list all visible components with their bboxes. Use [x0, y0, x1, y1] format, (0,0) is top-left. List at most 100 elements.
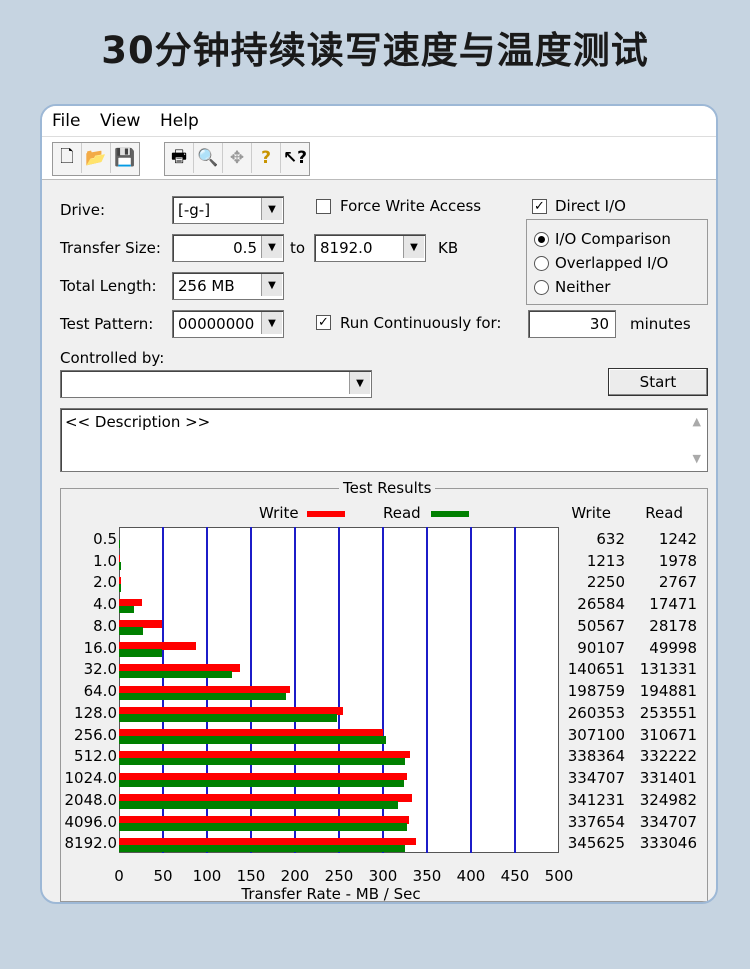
open-icon[interactable]: 📂: [82, 143, 111, 173]
total-length-value: 256 MB: [178, 277, 235, 295]
bar-read: [119, 627, 144, 635]
read-value: 331401: [639, 769, 697, 788]
legend-read-swatch: [431, 511, 469, 517]
radio-overlapped-io-label: Overlapped I/O: [555, 254, 669, 272]
read-value: 2767: [658, 573, 697, 592]
category-label: 8.0: [93, 616, 117, 635]
transfer-size-label: Transfer Size:: [60, 239, 161, 257]
scroll-up-icon[interactable]: ▲: [693, 415, 701, 428]
x-tick-label: 400: [456, 867, 486, 885]
print-preview-icon[interactable]: 🔍: [194, 143, 223, 173]
bar-read: [119, 714, 337, 722]
bar-read: [119, 670, 232, 679]
legend-write-swatch: [307, 511, 345, 517]
category-label: 4096.0: [64, 812, 118, 831]
chart-title: Test Results: [339, 479, 436, 497]
save-icon[interactable]: 💾: [111, 143, 139, 173]
context-help-icon[interactable]: ↖?: [281, 143, 309, 173]
to-label: to: [290, 239, 306, 257]
category-label: 2.0: [93, 573, 117, 592]
toolbar-tools-group: 🖶 🔍 ✥ ? ↖?: [164, 142, 310, 176]
x-tick-label: 100: [192, 867, 222, 885]
x-tick-label: 450: [500, 867, 530, 885]
menu-view[interactable]: View: [100, 111, 140, 131]
read-value: 334707: [639, 812, 697, 831]
category-label: 512.0: [74, 747, 117, 766]
transfer-size-to-select[interactable]: 8192.0 ▼: [314, 234, 426, 262]
minutes-value: 30: [589, 315, 609, 333]
total-length-label: Total Length:: [60, 277, 157, 295]
gridline: [514, 527, 516, 853]
x-tick-label: 0: [114, 867, 124, 885]
bar-read: [119, 562, 121, 570]
force-write-checkbox[interactable]: [316, 199, 331, 214]
x-tick-label: 150: [236, 867, 266, 885]
table-header-write: Write: [571, 504, 611, 522]
read-value: 28178: [649, 616, 697, 635]
start-button[interactable]: Start: [608, 368, 708, 396]
radio-io-comparison-label: I/O Comparison: [555, 230, 671, 248]
bar-read: [119, 779, 404, 788]
x-tick-label: 250: [324, 867, 354, 885]
kb-label: KB: [438, 239, 459, 257]
menu-help[interactable]: Help: [160, 111, 199, 131]
scroll-down-icon[interactable]: ▼: [693, 452, 701, 465]
category-label: 128.0: [74, 703, 117, 722]
chevron-down-icon: ▼: [261, 312, 282, 334]
read-value: 333046: [639, 834, 697, 853]
x-tick-label: 200: [280, 867, 310, 885]
bar-read: [119, 757, 405, 766]
toolbar-file-group: 🗋 📂 💾: [52, 142, 140, 176]
category-label: 0.5: [93, 530, 117, 548]
drive-select[interactable]: [-g-] ▼: [172, 196, 284, 224]
description-textarea[interactable]: << Description >> ▲ ▼: [60, 408, 708, 472]
bar-read: [119, 692, 287, 701]
x-tick-label: 50: [153, 867, 173, 885]
read-value: 17471: [649, 595, 697, 614]
x-tick-label: 350: [412, 867, 442, 885]
radio-io-comparison[interactable]: [534, 232, 549, 247]
category-label: 4.0: [93, 595, 117, 614]
chevron-down-icon: ▼: [403, 236, 424, 258]
category-label: 32.0: [83, 660, 117, 679]
test-pattern-label: Test Pattern:: [60, 315, 154, 333]
controlled-by-label: Controlled by:: [60, 349, 165, 367]
category-label: 2048.0: [64, 790, 118, 809]
category-label: 16.0: [83, 638, 117, 657]
bar-read: [119, 823, 407, 831]
minutes-input[interactable]: 30: [528, 310, 616, 338]
move-icon[interactable]: ✥: [223, 143, 252, 173]
bar-read: [119, 736, 386, 744]
new-icon[interactable]: 🗋: [53, 143, 82, 173]
radio-neither[interactable]: [534, 280, 549, 295]
x-axis-label: Transfer Rate - MB / Sec: [241, 885, 421, 903]
gridline: [470, 527, 472, 853]
print-icon[interactable]: 🖶: [165, 143, 194, 173]
bar-read: [119, 801, 399, 809]
total-length-select[interactable]: 256 MB ▼: [172, 272, 284, 300]
help-icon[interactable]: ?: [252, 143, 281, 173]
controlled-by-select[interactable]: ▼: [60, 370, 372, 398]
category-label: 256.0: [74, 725, 117, 744]
category-label: 64.0: [83, 682, 117, 701]
gridline: [426, 527, 428, 853]
force-write-label: Force Write Access: [340, 197, 482, 215]
chevron-down-icon: ▼: [261, 274, 282, 296]
table-header-read: Read: [645, 504, 683, 522]
read-value: 310671: [639, 725, 697, 744]
direct-io-checkbox[interactable]: ✓: [532, 199, 547, 214]
read-value: 194881: [639, 682, 697, 701]
bar-read: [119, 605, 134, 614]
category-label: 1024.0: [64, 769, 118, 788]
chevron-down-icon: ▼: [261, 198, 282, 220]
test-pattern-select[interactable]: 00000000 ▼: [172, 310, 284, 338]
test-pattern-value: 00000000: [178, 315, 255, 333]
radio-overlapped-io[interactable]: [534, 256, 549, 271]
transfer-size-from-select[interactable]: 0.5 ▼: [172, 234, 284, 262]
atto-benchmark-window: File View Help 🗋 📂 💾 🖶 🔍 ✥ ? ↖? Drive: […: [40, 104, 718, 904]
bar-read: [119, 844, 406, 853]
test-results-panel: Test Results 0 50 100 150 200 250 300 350 400 450…: [60, 479, 708, 903]
run-continuously-checkbox[interactable]: ✓: [316, 315, 331, 330]
menu-file[interactable]: File: [52, 111, 80, 131]
bar-read: [119, 649, 162, 657]
